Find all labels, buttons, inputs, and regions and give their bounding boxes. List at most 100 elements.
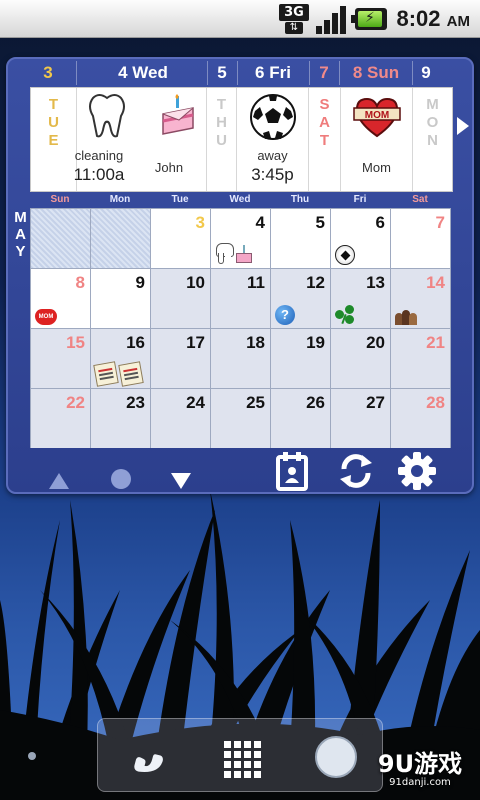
- calendar-day-12[interactable]: 12?: [271, 269, 330, 328]
- people-icon: [395, 307, 417, 325]
- birthday-cake-icon: [162, 94, 194, 135]
- day-header-9[interactable]: 9: [413, 61, 439, 85]
- calendar-day-16[interactable]: 16: [91, 329, 150, 388]
- clock-time: 8:02: [396, 6, 441, 31]
- event-icons: [395, 307, 417, 325]
- calendar-day-9[interactable]: 9: [91, 269, 150, 328]
- month-label-text: MAY: [12, 209, 29, 260]
- strip-day-sat[interactable]: SAT: [309, 88, 341, 191]
- gear-icon[interactable]: [396, 451, 438, 491]
- vertical-day-sat: SAT: [309, 96, 340, 155]
- day-number: 3: [195, 213, 205, 232]
- triangle-up-icon[interactable]: [48, 461, 70, 501]
- month-label: MAY: [11, 209, 29, 265]
- day-number: 13: [366, 273, 385, 292]
- calendar-day-22[interactable]: 22: [31, 389, 90, 448]
- weekday-sun: Sun: [50, 194, 70, 205]
- strip-day-wed[interactable]: cleaning 11:00a John: [74, 88, 207, 191]
- weekday-wed: Wed: [229, 194, 251, 205]
- weekday-sat: Sat: [412, 194, 428, 205]
- weekday-header-row: Sun Mon Tue Wed Thu Fri Sat: [30, 194, 453, 208]
- event-time-away: 3:45p: [251, 165, 294, 184]
- calendar-day-14[interactable]: 14: [391, 269, 450, 328]
- calendar-day-6[interactable]: 6: [331, 209, 390, 268]
- weekday-mon: Mon: [109, 194, 131, 205]
- mom-heart-icon: MOM: [353, 97, 401, 138]
- widget-controls: [30, 451, 453, 491]
- watermark-url: 91danji.com: [389, 777, 451, 788]
- day-number: 25: [246, 393, 265, 412]
- calendar-day-4[interactable]: 4: [211, 209, 270, 268]
- calendar-day-26[interactable]: 26: [271, 389, 330, 448]
- watermark-brand: 9U游戏: [377, 750, 463, 778]
- day-header-4-wed[interactable]: 4 Wed: [78, 61, 208, 85]
- calendar-day-17[interactable]: 17: [151, 329, 210, 388]
- calendar-day-10[interactable]: 10: [151, 269, 210, 328]
- calendar-day-19[interactable]: 19: [271, 329, 330, 388]
- calendar-day-empty[interactable]: [91, 209, 150, 268]
- calendar-day-20[interactable]: 20: [331, 329, 390, 388]
- strip-day-fri[interactable]: away 3:45p: [237, 88, 309, 191]
- day-header-6-fri[interactable]: 6 Fri: [238, 61, 308, 85]
- event-label-mom: Mom: [362, 160, 391, 175]
- tooth-icon: [215, 243, 234, 265]
- calendar-day-8[interactable]: 8 MOM: [31, 269, 90, 328]
- week-agenda-strip: TUE cleaning 11:00a John THU away 3:45p …: [30, 87, 453, 192]
- calendar-day-21[interactable]: 21: [391, 329, 450, 388]
- event-icons: [335, 245, 355, 265]
- clock-ampm: AM: [446, 13, 470, 30]
- event-icons: [215, 243, 252, 265]
- calendar-day-28[interactable]: 28: [391, 389, 450, 448]
- day-number: 19: [306, 333, 325, 352]
- day-number: 26: [306, 393, 325, 412]
- network-type-label: 3G: [279, 4, 309, 21]
- app-drawer-grid-icon[interactable]: [222, 739, 262, 779]
- calendar-day-5[interactable]: 5: [271, 209, 330, 268]
- phone-icon[interactable]: [124, 737, 164, 777]
- calendar-day-25[interactable]: 25: [211, 389, 270, 448]
- calendar-day-23[interactable]: 23: [91, 389, 150, 448]
- triangle-down-icon[interactable]: [170, 461, 192, 501]
- calendar-day-11[interactable]: 11: [211, 269, 270, 328]
- data-activity-icon: ⇅: [285, 22, 303, 34]
- event-label-cleaning: cleaning: [74, 148, 124, 163]
- network-3g-icon: 3G ⇅: [279, 4, 309, 34]
- calendar-day-27[interactable]: 27: [331, 389, 390, 448]
- status-clock: 8:02 AM: [397, 6, 471, 32]
- calendar-day-3[interactable]: 3: [151, 209, 210, 268]
- day-header-8-sun[interactable]: 8 Sun: [340, 61, 412, 85]
- battery-charging-icon: ⚡: [351, 8, 387, 30]
- day-number: 6: [375, 213, 385, 232]
- day-number: 11: [247, 273, 265, 292]
- day-number: 12: [306, 273, 325, 292]
- status-bar: 3G ⇅ ⚡ 8:02 AM: [0, 0, 480, 38]
- strip-day-sun[interactable]: MOM Mom: [341, 88, 413, 191]
- day-header-5[interactable]: 5: [208, 61, 236, 85]
- day-header-3[interactable]: 3: [36, 61, 60, 85]
- weekday-tue: Tue: [171, 194, 189, 205]
- day-number: 16: [126, 333, 145, 352]
- calendar-day-7[interactable]: 7: [391, 209, 450, 268]
- next-week-arrow-icon[interactable]: [457, 117, 469, 135]
- calendar-day-13[interactable]: 13: [331, 269, 390, 328]
- circle-icon[interactable]: [109, 459, 133, 499]
- refresh-icon[interactable]: [336, 451, 376, 491]
- vertical-day-tue: TUE: [31, 96, 76, 155]
- day-number: 28: [426, 393, 445, 412]
- browser-globe-icon[interactable]: [314, 735, 358, 779]
- calendar-day-24[interactable]: 24: [151, 389, 210, 448]
- calendar-day-15[interactable]: 15: [31, 329, 90, 388]
- vertical-day-sat-text: SAT: [316, 96, 333, 150]
- soccer-ball-icon: [335, 245, 355, 265]
- calendar-day-18[interactable]: 18: [211, 329, 270, 388]
- strip-day-thu[interactable]: THU: [207, 88, 237, 191]
- calendar-add-icon[interactable]: [274, 451, 310, 491]
- day-number: 5: [315, 213, 325, 232]
- birthday-cake-icon: [236, 243, 252, 265]
- day-number: 8: [75, 273, 85, 292]
- day-number: 10: [186, 273, 205, 292]
- strip-day-mon[interactable]: MON: [413, 88, 452, 191]
- event-icons: ?: [275, 305, 295, 325]
- day-header-7[interactable]: 7: [310, 61, 338, 85]
- calendar-day-empty[interactable]: [31, 209, 90, 268]
